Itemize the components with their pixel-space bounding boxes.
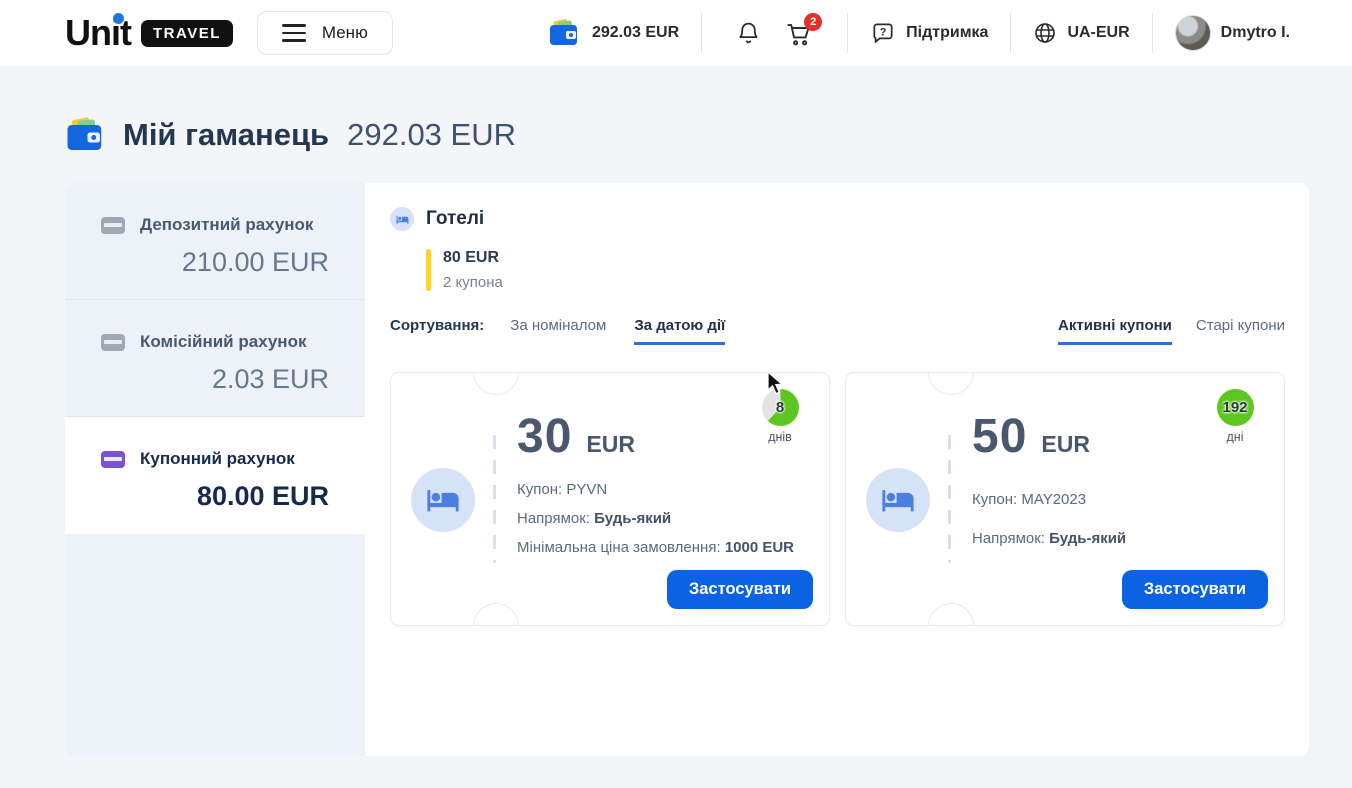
- top-header: Unit TRAVEL Меню 292.03 EUR: [0, 0, 1352, 67]
- sort-option-nominal[interactable]: За номіналом: [510, 317, 606, 342]
- summary-total: 80 EUR: [443, 249, 503, 267]
- cart-button[interactable]: 2: [785, 20, 813, 47]
- tab-active-coupons[interactable]: Активні купони: [1058, 317, 1172, 345]
- logo[interactable]: Unit TRAVEL: [65, 12, 233, 54]
- bell-icon: [736, 20, 761, 46]
- coupon-value: 30 EUR: [517, 409, 635, 464]
- header-divider: [701, 13, 702, 53]
- card-icon: [101, 451, 125, 468]
- tab-old-coupons[interactable]: Старі купони: [1196, 317, 1285, 345]
- coupon-fields: Купон: PYVN Напрямок: Будь-який Мінімаль…: [517, 481, 794, 568]
- wallet-icon: [65, 117, 105, 153]
- user-name: Dmytro I.: [1221, 24, 1290, 42]
- coupon-card: 50 EUR 192 дні Купон: MAY2023 Напрямок: …: [845, 372, 1285, 626]
- user-menu[interactable]: Dmytro I.: [1175, 15, 1290, 51]
- avatar: [1175, 15, 1211, 51]
- coupon-value: 50 EUR: [972, 409, 1090, 464]
- apply-coupon-button[interactable]: Застосувати: [667, 570, 813, 609]
- summary-count: 2 купона: [443, 274, 503, 291]
- page-title-amount: 292.03 EUR: [347, 117, 516, 153]
- sort-option-date[interactable]: За датою дії: [634, 317, 725, 345]
- coupon-fields: Купон: MAY2023 Напрямок: Будь-який: [972, 491, 1126, 569]
- sidebar-item-coupon-account[interactable]: Купонний рахунок 80.00 EUR: [65, 417, 365, 534]
- account-label: Комісійний рахунок: [140, 332, 306, 352]
- support-button[interactable]: ? Підтримка: [870, 20, 988, 46]
- ticket-perforation: [493, 435, 496, 563]
- header-wallet-balance[interactable]: 292.03 EUR: [548, 19, 679, 47]
- page-title-text: Мій гаманець: [123, 117, 329, 153]
- logo-badge: TRAVEL: [141, 20, 233, 47]
- coupons-panel: Готелі 80 EUR 2 купона Сортування: За но…: [365, 183, 1309, 756]
- sort-and-tabs-row: Сортування: За номіналом За датою дії Ак…: [390, 317, 1285, 345]
- account-amount: 2.03 EUR: [101, 364, 329, 395]
- account-amount: 80.00 EUR: [101, 481, 329, 512]
- bed-icon: [411, 468, 475, 532]
- header-divider: [847, 13, 848, 53]
- sidebar-item-commission-account[interactable]: Комісійний рахунок 2.03 EUR: [65, 300, 365, 417]
- notifications-button[interactable]: [736, 20, 761, 46]
- chat-question-icon: ?: [870, 20, 896, 46]
- bed-icon: [866, 468, 930, 532]
- menu-label: Меню: [322, 23, 368, 43]
- coupon-tabs: Активні купони Старі купони: [1058, 317, 1285, 345]
- apply-coupon-button[interactable]: Застосувати: [1122, 570, 1268, 609]
- account-label: Купонний рахунок: [140, 449, 295, 469]
- coupon-cards: 30 EUR 8 днів Купон: PYVN Напрямок: Будь…: [390, 372, 1285, 626]
- ticket-notch: [473, 372, 519, 395]
- menu-button[interactable]: Меню: [257, 11, 393, 55]
- logo-dot: [113, 13, 124, 24]
- support-label: Підтримка: [906, 24, 988, 42]
- account-amount: 210.00 EUR: [101, 247, 329, 278]
- sidebar-item-deposit-account[interactable]: Депозитний рахунок 210.00 EUR: [65, 183, 365, 300]
- header-divider: [1010, 13, 1011, 53]
- bed-icon: [390, 207, 414, 231]
- days-left-badge: 8 днів: [747, 389, 813, 444]
- account-label: Депозитний рахунок: [140, 215, 313, 235]
- svg-text:?: ?: [880, 27, 887, 39]
- page-title: Мій гаманець 292.03 EUR: [65, 117, 1352, 153]
- globe-icon: [1033, 21, 1057, 45]
- wallet-icon: [548, 19, 580, 47]
- section-title: Готелі: [426, 208, 484, 230]
- accounts-sidebar: Депозитний рахунок 210.00 EUR Комісійний…: [65, 183, 365, 756]
- section-summary: 80 EUR 2 купона: [426, 249, 1285, 291]
- locale-label: UA-EUR: [1067, 24, 1129, 42]
- hamburger-icon: [282, 24, 306, 42]
- days-pie: 192: [1217, 389, 1254, 426]
- ticket-notch: [928, 603, 974, 626]
- logo-brand: Unit: [65, 12, 131, 54]
- ticket-notch: [473, 603, 519, 626]
- days-pie: 8: [762, 389, 799, 426]
- header-divider: [1152, 13, 1153, 53]
- cart-count-badge: 2: [804, 13, 822, 31]
- days-label: днів: [747, 430, 813, 444]
- card-icon: [101, 217, 125, 234]
- coupon-card: 30 EUR 8 днів Купон: PYVN Напрямок: Будь…: [390, 372, 830, 626]
- card-icon: [101, 334, 125, 351]
- section-hotels: Готелі: [390, 207, 1285, 231]
- locale-selector[interactable]: UA-EUR: [1033, 21, 1129, 45]
- ticket-perforation: [948, 435, 951, 563]
- days-left-badge: 192 дні: [1202, 389, 1268, 444]
- wallet-container: Депозитний рахунок 210.00 EUR Комісійний…: [65, 183, 1305, 756]
- ticket-notch: [928, 372, 974, 395]
- days-label: дні: [1202, 430, 1268, 444]
- header-balance-text: 292.03 EUR: [592, 24, 679, 42]
- summary-bar: [426, 249, 431, 291]
- sorting-label: Сортування:: [390, 317, 484, 334]
